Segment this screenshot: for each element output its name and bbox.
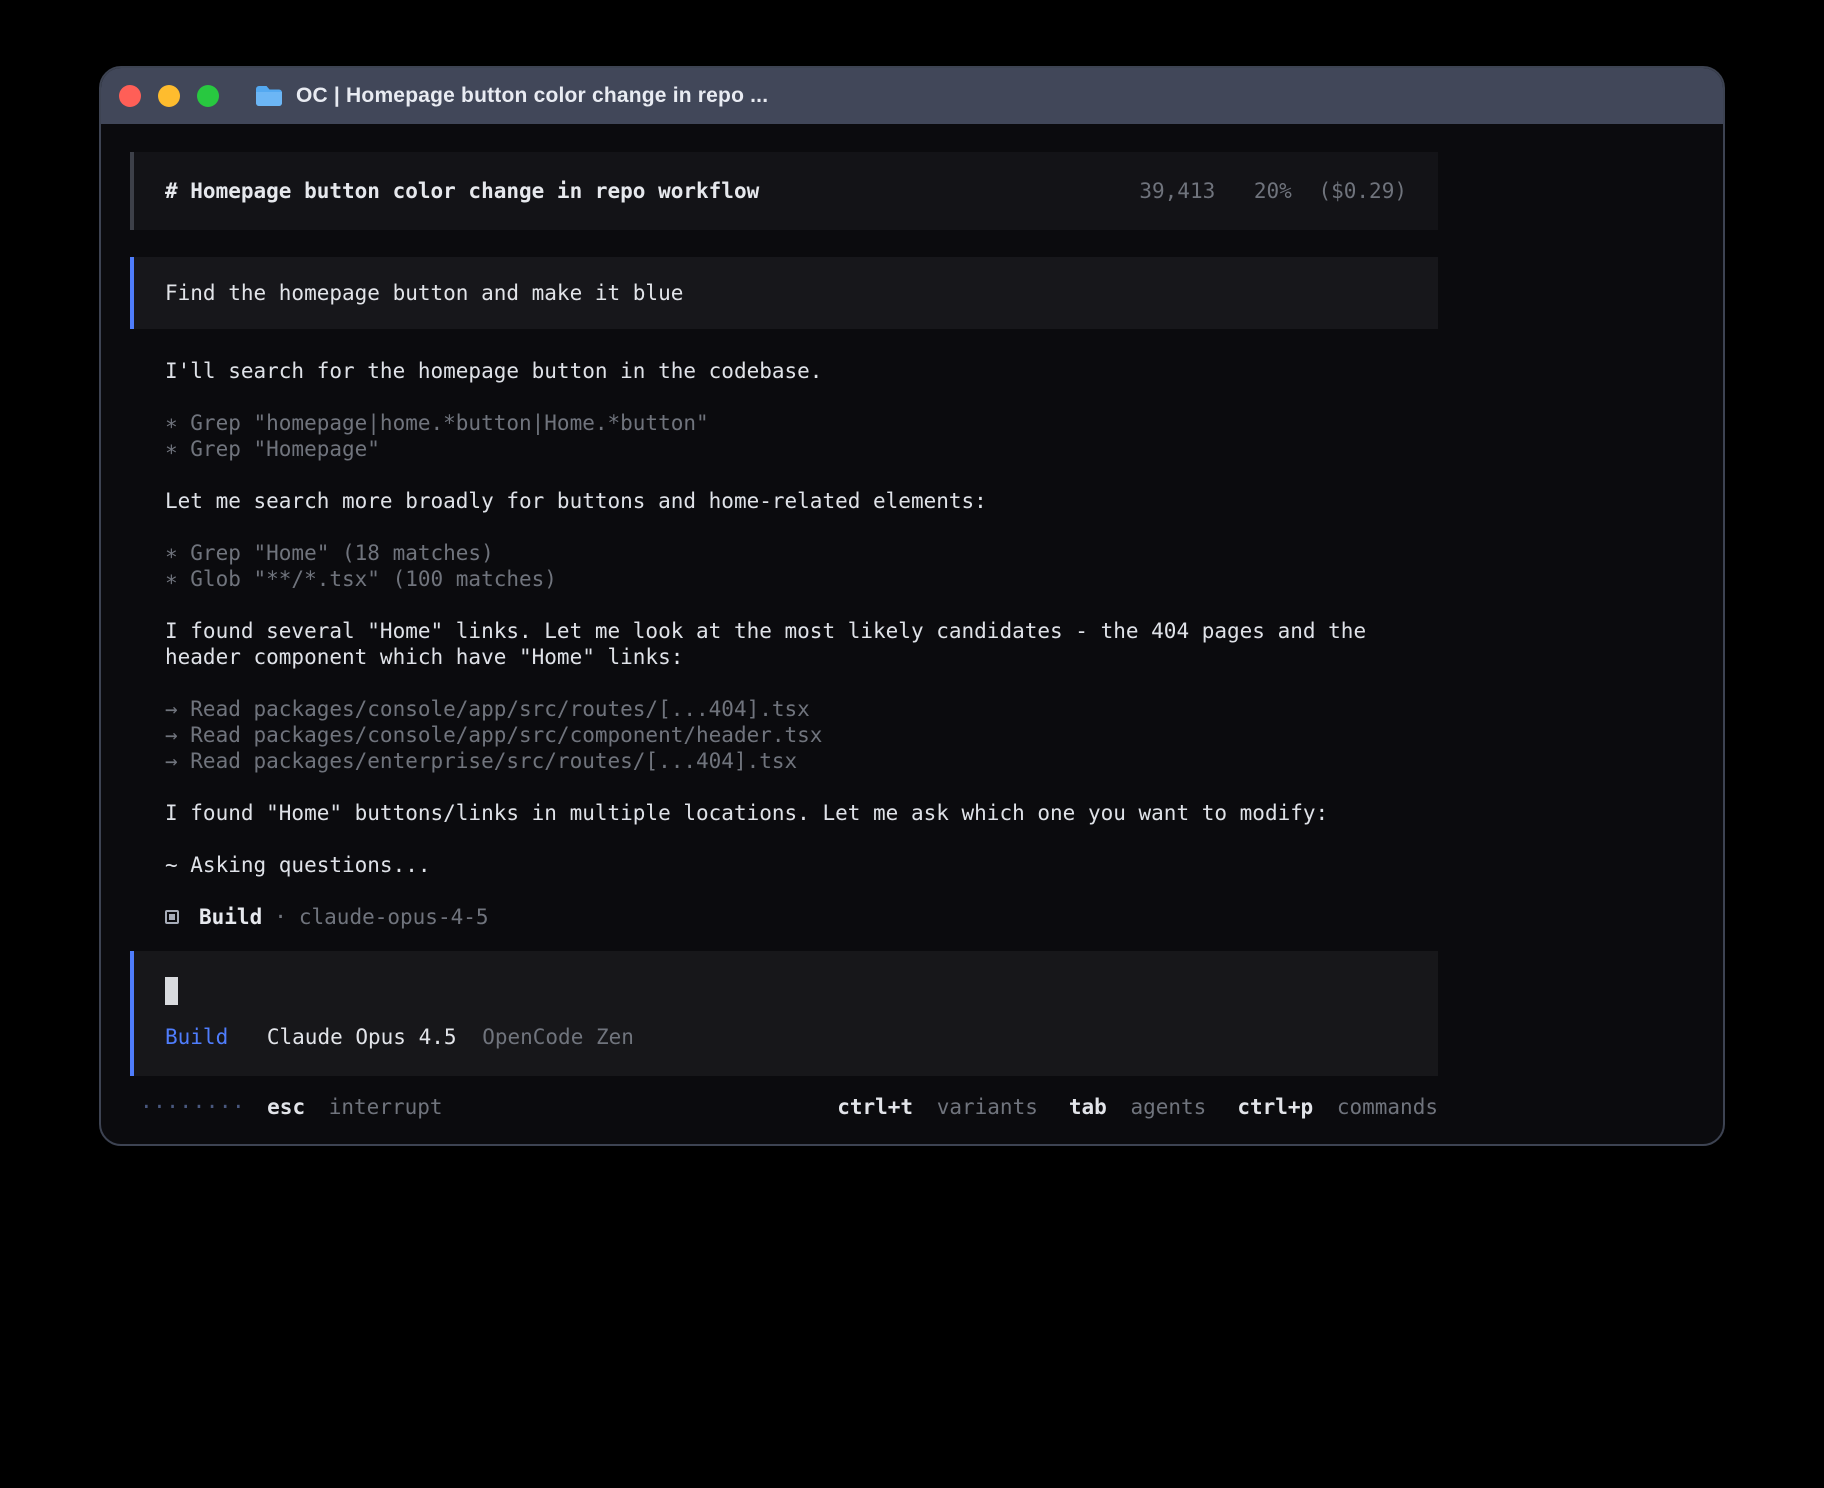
tool-call-line: ∗ Glob "**/*.tsx" (100 matches) <box>165 566 1438 592</box>
session-cost: ($0.29) <box>1318 179 1407 203</box>
model-selector-line: Build Claude Opus 4.5 OpenCode Zen <box>165 1024 1407 1050</box>
traffic-lights <box>119 85 236 107</box>
terminal-window: OC | Homepage button color change in rep… <box>99 66 1725 1146</box>
tool-call-block: → Read packages/console/app/src/routes/[… <box>165 696 1438 774</box>
tool-call-line: ∗ Grep "homepage|home.*button|Home.*butt… <box>165 410 1438 436</box>
tool-call-line: ∗ Grep "Home" (18 matches) <box>165 540 1438 566</box>
agent-name: Build <box>199 904 262 930</box>
tool-call-line: → Read packages/console/app/src/routes/[… <box>165 696 1438 722</box>
user-message: Find the homepage button and make it blu… <box>130 257 1438 329</box>
commands-hint: ctrl+p commands <box>1237 1094 1438 1120</box>
agent-status-line: Build · claude-opus-4-5 <box>130 904 1438 930</box>
agents-hint: tab agents <box>1069 1094 1206 1120</box>
window-title: OC | Homepage button color change in rep… <box>296 84 768 108</box>
session-title: # Homepage button color change in repo w… <box>165 178 759 204</box>
folder-icon <box>254 84 284 108</box>
tool-call-line: ∗ Grep "Homepage" <box>165 436 1438 462</box>
agents-label: agents <box>1130 1095 1206 1119</box>
working-spinner-dots: ········ <box>140 1094 245 1120</box>
input-provider-label: OpenCode Zen <box>482 1025 634 1049</box>
interrupt-label: interrupt <box>329 1095 443 1119</box>
session-header: # Homepage button color change in repo w… <box>130 152 1438 230</box>
tool-call-line: → Read packages/console/app/src/componen… <box>165 722 1438 748</box>
variants-hint: ctrl+t variants <box>837 1094 1038 1120</box>
model-id: claude-opus-4-5 <box>299 904 489 930</box>
user-message-text: Find the homepage button and make it blu… <box>165 281 683 305</box>
input-agent-label: Build <box>165 1025 228 1049</box>
esc-key-hint: esc <box>267 1095 305 1119</box>
status-bar: ········ esc interrupt ctrl+t variants t… <box>130 1094 1438 1120</box>
assistant-text-block: ~ Asking questions... <box>165 852 1438 878</box>
ctrl-t-key-hint: ctrl+t <box>837 1095 913 1119</box>
context-percent: 20% <box>1254 179 1292 203</box>
text-cursor <box>165 977 178 1005</box>
terminal-content: # Homepage button color change in repo w… <box>130 152 1438 1120</box>
ctrl-p-key-hint: ctrl+p <box>1237 1095 1313 1119</box>
tool-call-block: ∗ Grep "homepage|home.*button|Home.*butt… <box>165 410 1438 462</box>
transcript: I'll search for the homepage button in t… <box>130 358 1438 878</box>
window-titlebar: OC | Homepage button color change in rep… <box>101 68 1723 124</box>
close-button[interactable] <box>119 85 141 107</box>
tool-call-block: ∗ Grep "Home" (18 matches)∗ Glob "**/*.t… <box>165 540 1438 592</box>
commands-label: commands <box>1337 1095 1438 1119</box>
minimize-button[interactable] <box>158 85 180 107</box>
interrupt-hint: esc interrupt <box>267 1094 442 1120</box>
token-count: 39,413 <box>1139 179 1215 203</box>
tab-key-hint: tab <box>1069 1095 1107 1119</box>
prompt-input-area[interactable]: Build Claude Opus 4.5 OpenCode Zen <box>130 951 1438 1076</box>
input-model-label: Claude Opus 4.5 <box>267 1025 457 1049</box>
assistant-text-block: I found several "Home" links. Let me loo… <box>165 618 1438 670</box>
assistant-text-block: Let me search more broadly for buttons a… <box>165 488 1438 514</box>
session-metrics: 39,413 20% ($0.29) <box>1139 178 1407 204</box>
variants-label: variants <box>937 1095 1038 1119</box>
agent-badge-icon <box>165 910 179 924</box>
zoom-button[interactable] <box>197 85 219 107</box>
tool-call-line: → Read packages/enterprise/src/routes/[.… <box>165 748 1438 774</box>
assistant-text-block: I'll search for the homepage button in t… <box>165 358 1438 384</box>
shortcut-hints: ctrl+t variants tab agents ctrl+p comman… <box>837 1094 1438 1120</box>
separator-dot: · <box>274 904 287 930</box>
assistant-text-block: I found "Home" buttons/links in multiple… <box>165 800 1438 826</box>
